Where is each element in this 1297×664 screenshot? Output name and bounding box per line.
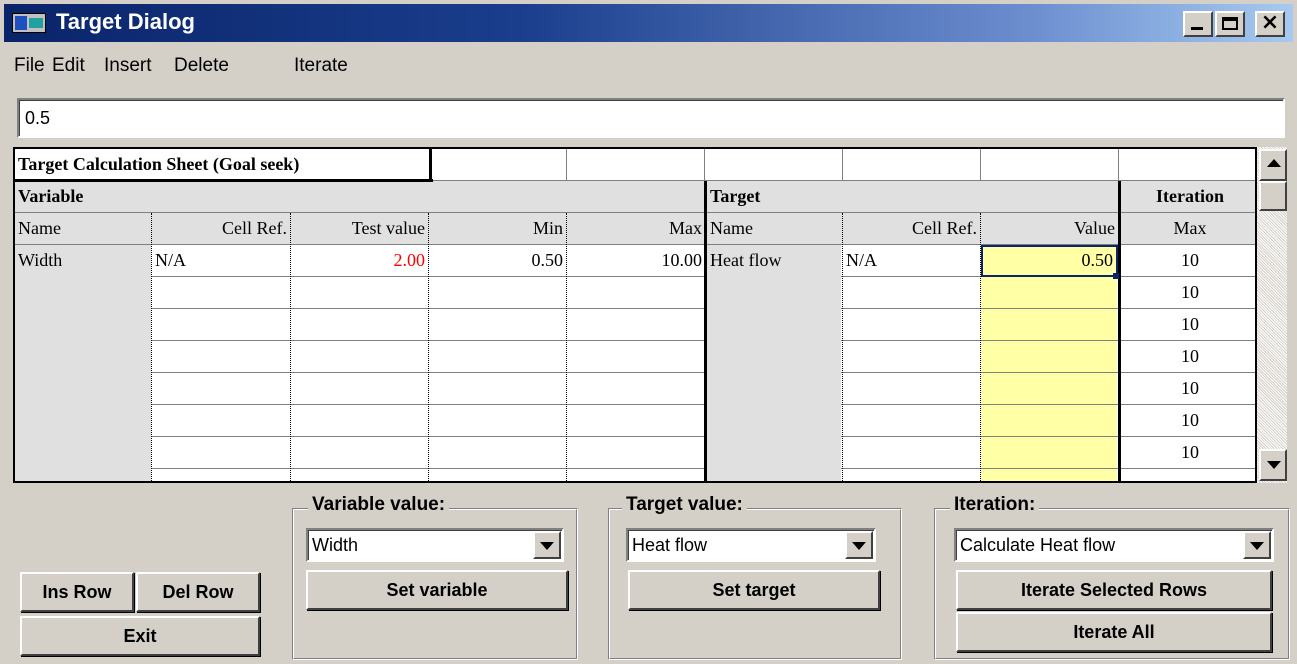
menu-file[interactable]: File — [14, 55, 45, 77]
cell-test-value[interactable]: 2.00 — [291, 245, 428, 277]
ins-row-button[interactable]: Ins Row — [20, 572, 134, 612]
target-value-title: Target value: — [622, 494, 747, 516]
col-tgt-cellref: Cell Ref. — [912, 218, 977, 238]
scroll-thumb[interactable] — [1259, 181, 1287, 211]
iteration-title: Iteration: — [950, 494, 1040, 516]
target-dialog-window: Target Dialog × File Edit Insert Delete … — [0, 0, 1297, 664]
iteration-select[interactable]: Calculate Heat flow — [954, 528, 1274, 562]
cell-iter-max[interactable]: 10 — [1121, 405, 1255, 437]
cell-var-cellref[interactable]: N/A — [152, 245, 290, 277]
iteration-select-value: Calculate Heat flow — [960, 535, 1116, 555]
chevron-down-icon — [1250, 542, 1264, 550]
exit-button[interactable]: Exit — [20, 616, 260, 656]
variable-group-header: Variable — [18, 186, 84, 206]
menu-delete[interactable]: Delete — [174, 55, 229, 77]
vertical-scrollbar[interactable] — [1257, 147, 1287, 483]
scroll-down-button[interactable] — [1259, 449, 1287, 481]
col-var-cellref: Cell Ref. — [222, 218, 287, 238]
iteration-group-header: Iteration — [1156, 186, 1224, 206]
maximize-button[interactable] — [1215, 11, 1245, 37]
cell-min[interactable]: 0.50 — [429, 245, 566, 277]
cell-iter-max[interactable]: 10 — [1121, 245, 1255, 277]
fill-handle[interactable] — [1113, 273, 1119, 279]
cell-iter-max[interactable]: 10 — [1121, 309, 1255, 341]
chevron-down-icon — [852, 542, 866, 550]
iterate-selected-rows-button[interactable]: Iterate Selected Rows — [956, 570, 1272, 610]
title-bar[interactable]: Target Dialog × — [4, 4, 1293, 42]
cell-var-name[interactable]: Width — [15, 245, 151, 277]
arrow-up-icon — [1267, 159, 1281, 167]
target-calculation-grid[interactable]: Target Calculation Sheet (Goal seek) Var… — [13, 147, 1257, 483]
chevron-down-icon — [540, 542, 554, 550]
target-group-header: Target — [710, 186, 761, 206]
cell-iter-max[interactable]: 10 — [1121, 277, 1255, 309]
target-select-value: Heat flow — [632, 535, 708, 555]
col-tgt-name: Name — [710, 218, 753, 238]
cell-iter-max[interactable]: 10 — [1121, 373, 1255, 405]
target-dropdown-button[interactable] — [845, 531, 873, 559]
variable-select-value: Width — [312, 535, 359, 555]
variable-select[interactable]: Width — [306, 528, 564, 562]
sheet-title: Target Calculation Sheet (Goal seek) — [18, 154, 300, 174]
col-var-max: Max — [669, 218, 702, 238]
iteration-dropdown-button[interactable] — [1243, 531, 1271, 559]
cell-tgt-value-selected[interactable]: 0.50 — [981, 245, 1118, 277]
variable-value-title: Variable value: — [308, 494, 450, 516]
set-variable-button[interactable]: Set variable — [306, 570, 568, 610]
arrow-down-icon — [1267, 461, 1281, 469]
col-var-min: Min — [532, 218, 563, 238]
col-iter-max: Max — [1173, 218, 1207, 238]
maximize-icon — [1222, 17, 1238, 30]
col-var-test-value: Test value — [351, 218, 425, 238]
menu-edit[interactable]: Edit — [52, 55, 85, 77]
cell-iter-max[interactable]: 10 — [1121, 341, 1255, 373]
cell-iter-max[interactable]: 10 — [1121, 437, 1255, 469]
cell-tgt-name[interactable]: Heat flow — [707, 245, 842, 277]
col-var-name: Name — [18, 218, 61, 238]
menu-iterate[interactable]: Iterate — [294, 55, 348, 77]
cell-tgt-cellref[interactable]: N/A — [843, 245, 980, 277]
set-target-button[interactable]: Set target — [628, 570, 880, 610]
menu-insert[interactable]: Insert — [104, 55, 152, 77]
close-icon: × — [1260, 10, 1280, 35]
iterate-all-button[interactable]: Iterate All — [956, 612, 1272, 652]
minimize-button[interactable] — [1183, 11, 1213, 37]
scroll-up-button[interactable] — [1259, 149, 1287, 181]
minimize-icon — [1191, 27, 1203, 30]
cell-max[interactable]: 10.00 — [567, 245, 705, 277]
del-row-button[interactable]: Del Row — [136, 572, 260, 612]
app-icon — [12, 13, 46, 33]
variable-dropdown-button[interactable] — [533, 531, 561, 559]
cell-value-input[interactable]: 0.5 — [17, 98, 1285, 138]
target-select[interactable]: Heat flow — [626, 528, 876, 562]
tgt-value-column-bg — [981, 245, 1117, 481]
window-title: Target Dialog — [56, 9, 195, 34]
close-button[interactable]: × — [1255, 10, 1285, 37]
col-tgt-value: Value — [1074, 218, 1115, 238]
